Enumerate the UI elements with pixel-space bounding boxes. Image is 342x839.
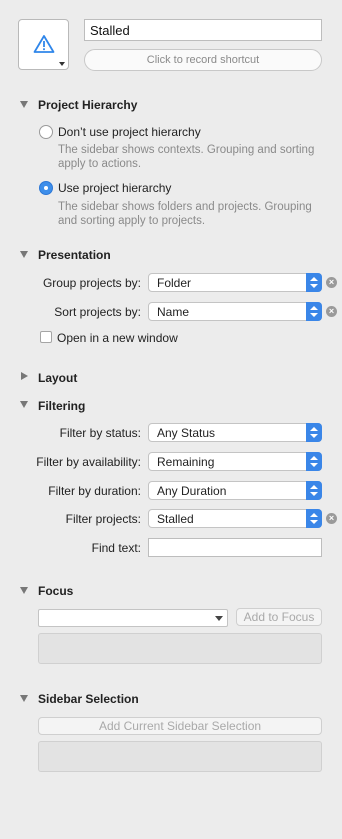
focus-heading: Focus bbox=[38, 584, 74, 598]
new-window-label[interactable]: Open in a new window bbox=[57, 331, 178, 345]
sort-projects-popup[interactable]: Name bbox=[148, 302, 322, 321]
stepper-icon bbox=[306, 302, 322, 321]
disclosure-triangle-open-icon[interactable] bbox=[20, 587, 28, 594]
clear-filter-projects-icon[interactable]: × bbox=[326, 513, 337, 524]
focus-list bbox=[38, 633, 322, 664]
presentation-heading: Presentation bbox=[38, 248, 111, 262]
chevron-down-icon bbox=[59, 62, 65, 66]
sort-projects-value: Name bbox=[157, 305, 190, 319]
radio-use-hierarchy[interactable] bbox=[39, 181, 53, 195]
radio-no-hierarchy-label[interactable]: Don’t use project hierarchy bbox=[58, 125, 201, 139]
filter-duration-value: Any Duration bbox=[157, 484, 227, 498]
focus-combo-box[interactable] bbox=[38, 609, 228, 627]
sort-projects-label: Sort projects by: bbox=[54, 305, 141, 319]
group-projects-value: Folder bbox=[157, 276, 192, 290]
find-text-label: Find text: bbox=[91, 541, 141, 555]
group-projects-popup[interactable]: Folder bbox=[148, 273, 322, 292]
new-window-checkbox[interactable] bbox=[40, 331, 52, 343]
filtering-heading: Filtering bbox=[38, 399, 86, 413]
filter-availability-value: Remaining bbox=[157, 455, 215, 469]
radio-use-hierarchy-description: The sidebar shows folders and projects. … bbox=[58, 201, 312, 227]
disclosure-triangle-open-icon[interactable] bbox=[20, 401, 28, 408]
perspective-icon-button[interactable] bbox=[18, 19, 69, 70]
disclosure-triangle-closed-icon[interactable] bbox=[21, 372, 28, 380]
stepper-icon bbox=[306, 423, 322, 442]
filter-duration-label: Filter by duration: bbox=[48, 484, 141, 498]
disclosure-triangle-open-icon[interactable] bbox=[20, 101, 28, 108]
stepper-icon bbox=[306, 452, 322, 471]
chevron-down-icon[interactable] bbox=[215, 616, 223, 621]
filter-availability-popup[interactable]: Remaining bbox=[148, 452, 322, 471]
stepper-icon bbox=[306, 273, 322, 292]
find-text-field[interactable] bbox=[148, 538, 322, 557]
group-projects-label: Group projects by: bbox=[42, 276, 141, 290]
clear-group-icon[interactable]: × bbox=[326, 277, 337, 288]
disclosure-triangle-open-icon[interactable] bbox=[20, 251, 28, 258]
clear-sort-icon[interactable]: × bbox=[326, 306, 337, 317]
filter-projects-popup[interactable]: Stalled bbox=[148, 509, 322, 528]
add-sidebar-selection-button[interactable]: Add Current Sidebar Selection bbox=[38, 717, 322, 735]
filter-availability-label: Filter by availability: bbox=[36, 455, 141, 469]
sidebar-selection-list bbox=[38, 741, 322, 772]
filter-projects-value: Stalled bbox=[157, 512, 194, 526]
radio-no-hierarchy-description: The sidebar shows contexts. Grouping and… bbox=[58, 144, 315, 170]
filter-projects-label: Filter projects: bbox=[65, 512, 141, 526]
filter-duration-popup[interactable]: Any Duration bbox=[148, 481, 322, 500]
stepper-icon bbox=[306, 509, 322, 528]
add-to-focus-button[interactable]: Add to Focus bbox=[236, 608, 322, 626]
sidebar-selection-heading: Sidebar Selection bbox=[38, 692, 139, 706]
disclosure-triangle-open-icon[interactable] bbox=[20, 695, 28, 702]
perspective-name-field[interactable]: Stalled bbox=[84, 19, 322, 41]
record-shortcut-button[interactable]: Click to record shortcut bbox=[84, 49, 322, 71]
radio-use-hierarchy-label[interactable]: Use project hierarchy bbox=[58, 181, 171, 195]
layout-heading: Layout bbox=[38, 371, 78, 385]
filter-status-value: Any Status bbox=[157, 426, 216, 440]
filter-status-popup[interactable]: Any Status bbox=[148, 423, 322, 442]
stepper-icon bbox=[306, 481, 322, 500]
warning-triangle-icon bbox=[33, 35, 55, 53]
project-hierarchy-heading: Project Hierarchy bbox=[38, 98, 138, 112]
radio-no-hierarchy[interactable] bbox=[39, 125, 53, 139]
filter-status-label: Filter by status: bbox=[59, 426, 141, 440]
